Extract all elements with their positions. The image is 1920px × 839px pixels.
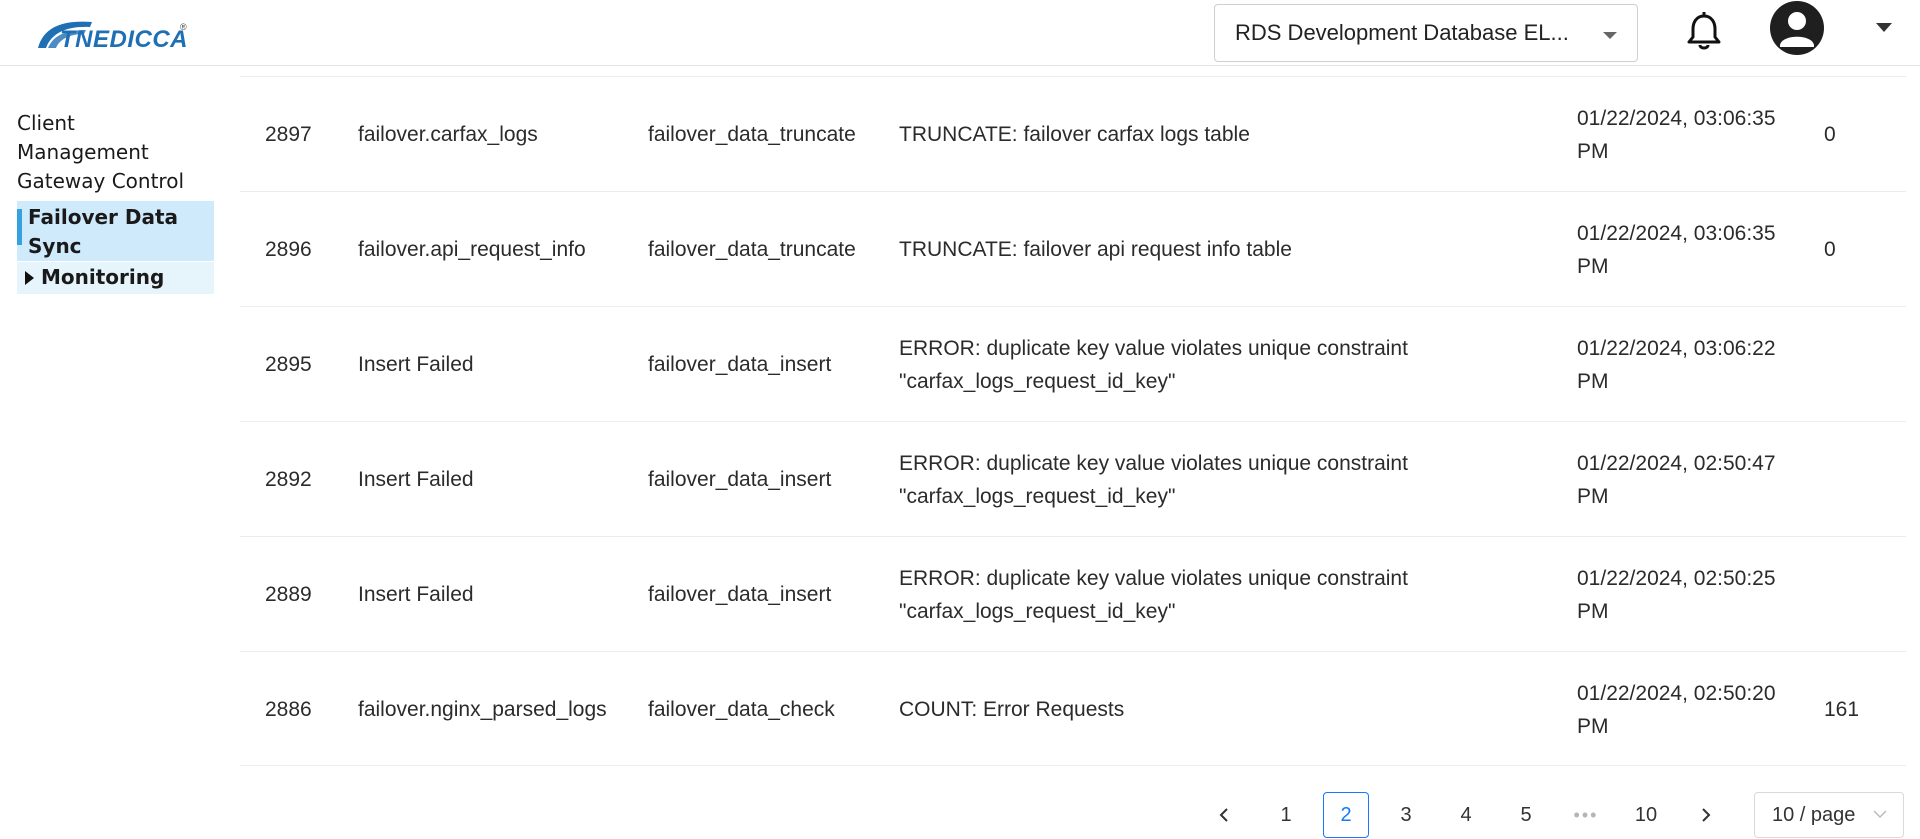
page-size-select[interactable]: 10 / page [1754,792,1904,838]
cell-time: 01/22/2024, 02:50:47 PM [1577,451,1776,508]
cell-job: failover_data_check [648,698,835,721]
cell-message: ERROR: duplicate key value violates uniq… [899,451,1408,508]
caret-right-icon [25,271,34,285]
table-row: 2896 failover.api_request_info failover_… [240,191,1906,306]
cell-count [1824,422,1904,537]
cell-name: failover.nginx_parsed_logs [358,698,607,721]
cell-job: failover_data_truncate [648,238,856,261]
chevron-down-icon [1603,32,1617,39]
cell-count: 0 [1824,123,1836,146]
cell-message: TRUNCATE: failover carfax logs table [899,123,1250,146]
chevron-down-icon [1873,810,1887,819]
sidebar-item-gateway-control[interactable]: Gateway Control [17,167,184,196]
cell-name: Insert Failed [358,353,474,376]
caret-down-icon[interactable] [1876,23,1892,32]
company-logo[interactable]: TNEDICCA ® [34,14,194,58]
cell-count: 161 [1824,698,1860,721]
sidebar-item-client-management[interactable]: Client Management [17,109,197,167]
registered-mark: ® [180,22,187,32]
cell-count: 0 [1824,238,1836,261]
bell-icon[interactable] [1684,10,1724,54]
cell-name: failover.carfax_logs [358,123,538,146]
sidebar-item-monitoring[interactable]: Monitoring [17,262,214,294]
sidebar-item-label: Monitoring [41,265,165,289]
top-header: TNEDICCA ® RDS Development Database EL..… [0,0,1920,66]
cell-id: 2896 [265,238,312,261]
cell-time: 01/22/2024, 03:06:35 PM [1577,221,1776,278]
page-3-button[interactable]: 3 [1383,792,1429,838]
cell-id: 2889 [265,583,312,606]
cell-id: 2895 [265,353,312,376]
cell-time: 01/22/2024, 02:50:25 PM [1577,566,1776,623]
sidebar-nav: Client Management Gateway Control Failov… [0,66,224,839]
page-size-value: 10 / page [1772,803,1856,826]
table-row: 2895 Insert Failed failover_data_insert … [240,306,1906,421]
cell-name: Insert Failed [358,468,474,491]
cell-job: failover_data_insert [648,468,832,491]
page-10-button[interactable]: 10 [1623,792,1669,838]
cell-count [1824,307,1904,422]
pagination-ellipsis[interactable]: ••• [1563,792,1609,838]
cell-job: failover_data_insert [648,583,832,606]
page-5-button[interactable]: 5 [1503,792,1549,838]
cell-count [1824,537,1904,652]
chevron-left-icon[interactable] [1201,792,1247,838]
cell-time: 01/22/2024, 03:06:22 PM [1577,336,1776,393]
cell-name: Insert Failed [358,583,474,606]
chevron-right-icon[interactable] [1683,792,1729,838]
table-row: 2897 failover.carfax_logs failover_data_… [240,76,1906,191]
cell-message: COUNT: Error Requests [899,698,1125,721]
table-row: 2892 Insert Failed failover_data_insert … [240,421,1906,536]
sync-log-table: 2897 failover.carfax_logs failover_data_… [240,76,1906,766]
cell-message: TRUNCATE: failover api request info tabl… [899,238,1292,261]
cell-time: 01/22/2024, 03:06:35 PM [1577,106,1776,163]
database-select[interactable]: RDS Development Database EL... [1214,4,1638,62]
cell-id: 2892 [265,468,312,491]
page-1-button[interactable]: 1 [1263,792,1309,838]
cell-job: failover_data_truncate [648,123,856,146]
cell-time: 01/22/2024, 02:50:20 PM [1577,681,1776,738]
database-select-value: RDS Development Database EL... [1235,20,1569,45]
table-row: 2889 Insert Failed failover_data_insert … [240,536,1906,651]
sidebar-item-label: Failover Data Sync [28,205,179,258]
page-4-button[interactable]: 4 [1443,792,1489,838]
cell-name: failover.api_request_info [358,238,586,261]
cell-message: ERROR: duplicate key value violates uniq… [899,336,1408,393]
cell-message: ERROR: duplicate key value violates uniq… [899,566,1408,623]
user-avatar-icon[interactable] [1770,1,1824,55]
page-2-button[interactable]: 2 [1323,792,1369,838]
sidebar-item-failover-data-sync[interactable]: Failover Data Sync [17,201,214,261]
logo-text: TNEDICCA [60,26,188,53]
cell-job: failover_data_insert [648,353,832,376]
cell-id: 2886 [265,698,312,721]
main-content: 2897 failover.carfax_logs failover_data_… [226,66,1920,839]
active-indicator [17,209,22,245]
table-row: 2886 failover.nginx_parsed_logs failover… [240,651,1906,766]
cell-id: 2897 [265,123,312,146]
